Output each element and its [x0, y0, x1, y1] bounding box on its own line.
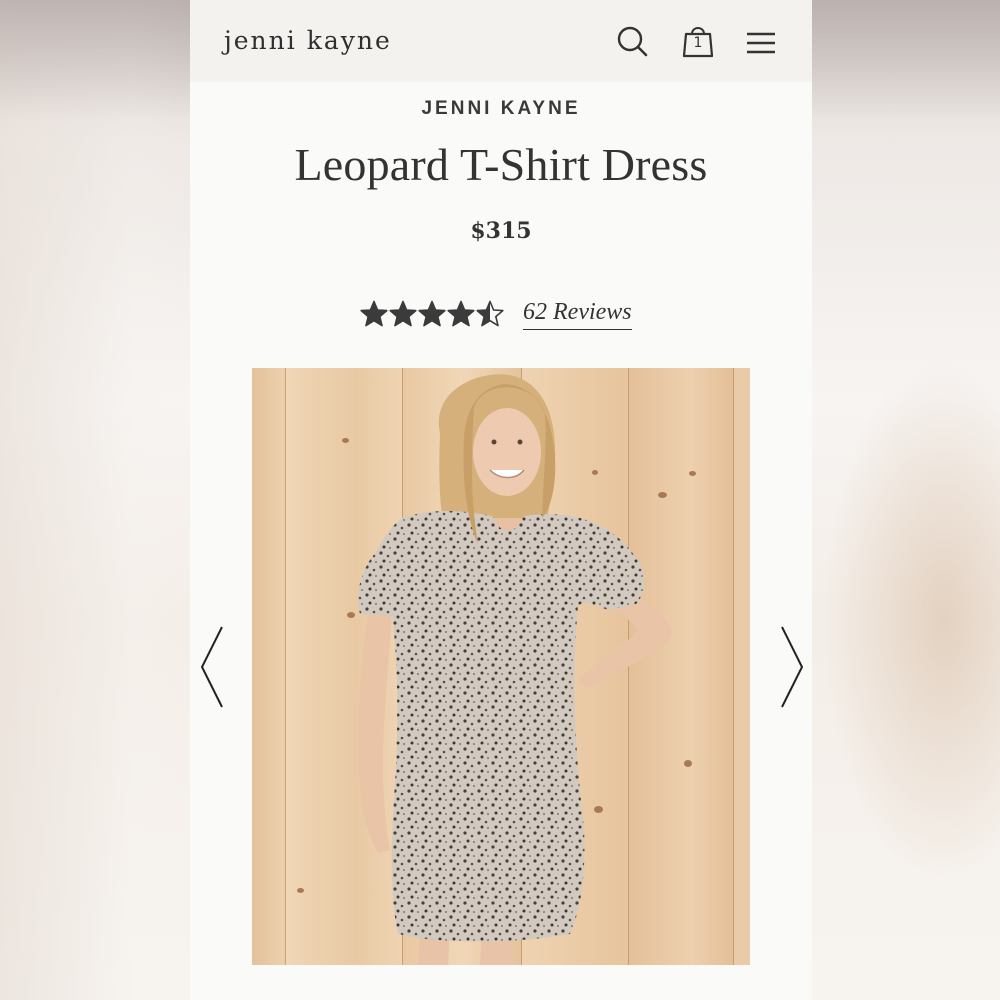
product-image[interactable] [252, 368, 750, 965]
chevron-right-icon [781, 626, 804, 708]
rating-stars [360, 300, 505, 328]
hamburger-menu-icon [747, 32, 775, 54]
background-blur-left [0, 0, 190, 1000]
product-brand: JENNI KAYNE [421, 98, 581, 119]
carousel-prev-button[interactable] [198, 625, 228, 709]
model-figure [357, 374, 672, 965]
product-price: $315 [470, 218, 532, 244]
carousel-next-button[interactable] [776, 625, 806, 709]
star-full-icon [389, 300, 417, 327]
site-logo[interactable]: jenni kayne [224, 26, 392, 55]
star-full-icon [447, 300, 475, 327]
reviews-link[interactable]: 62 Reviews [523, 299, 632, 330]
cart-button[interactable]: 1 [680, 22, 720, 62]
site-header: jenni kayne 1 [190, 0, 812, 82]
star-full-icon [360, 300, 388, 327]
background-blur-right [810, 0, 1000, 1000]
star-half-icon [476, 300, 504, 327]
search-icon [617, 26, 648, 57]
search-button[interactable] [615, 24, 655, 64]
menu-button[interactable] [742, 24, 782, 64]
product-rating: 62 Reviews [360, 294, 632, 334]
star-full-icon [418, 300, 446, 327]
chevron-left-icon [200, 626, 223, 708]
cart-count-badge: 1 [693, 35, 703, 51]
mobile-page: jenni kayne 1 JENNI KAYNE Leopard T-Shir… [190, 0, 812, 1000]
product-title: Leopard T-Shirt Dress [294, 139, 708, 190]
